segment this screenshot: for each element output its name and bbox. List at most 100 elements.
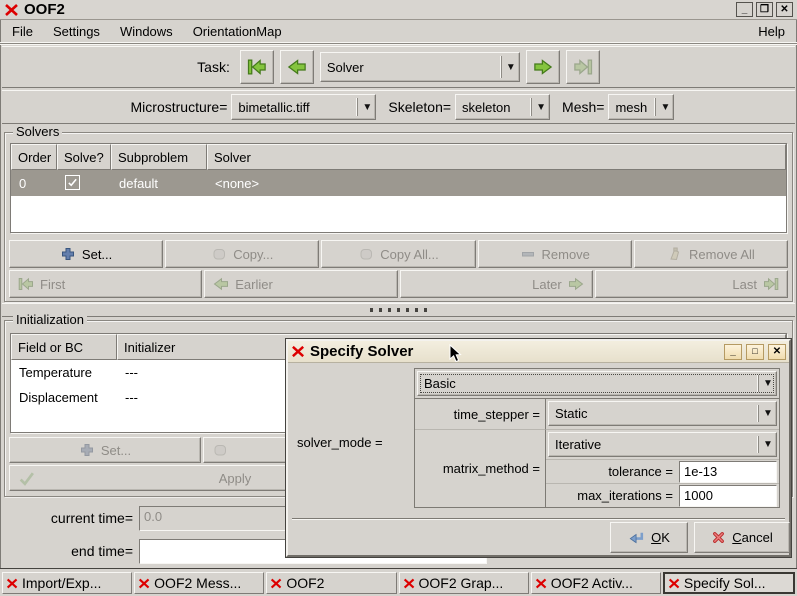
skeleton-select[interactable]: skeleton ▼: [455, 94, 551, 120]
init-set-button[interactable]: Set...: [9, 437, 201, 463]
time-stepper-select[interactable]: Static ▼: [548, 401, 777, 426]
tolerance-label: tolerance =: [608, 464, 673, 479]
solver-mode-value: Basic: [424, 376, 456, 391]
taskbar-item-activity[interactable]: OOF2 Activ...: [530, 572, 661, 594]
last-arrow-icon: [763, 276, 779, 292]
taskbar-item-messages[interactable]: OOF2 Mess...: [134, 572, 265, 594]
menu-settings[interactable]: Settings: [51, 22, 102, 41]
cancel-x-icon: [711, 530, 726, 545]
last-arrow-icon: [573, 57, 593, 77]
task-select-value: Solver: [326, 59, 364, 75]
plus-icon: [60, 246, 76, 262]
copy-all-icon: [358, 246, 374, 262]
minimize-icon[interactable]: _: [736, 2, 753, 17]
field-name: Temperature: [19, 365, 92, 380]
forward-arrow-icon: [568, 276, 584, 292]
time-stepper-label: time_stepper =: [415, 399, 546, 430]
mesh-select[interactable]: mesh ▼: [608, 94, 675, 120]
specify-solver-dialog: Specify Solver _ □ ✕ solver_mode = Basic…: [286, 339, 791, 557]
chevron-down-icon: ▼: [505, 61, 516, 73]
context-bar: Microstructure= bimetallic.tiff ▼ Skelet…: [2, 90, 795, 124]
task-back-button[interactable]: [279, 50, 314, 84]
menu-help[interactable]: Help: [756, 22, 787, 41]
taskbar-item-specify-solver[interactable]: Specify Sol...: [662, 572, 796, 594]
solve-checkbox[interactable]: [65, 175, 80, 190]
solvers-table-header: Order Solve? Subproblem Solver: [11, 144, 786, 170]
table-row[interactable]: 0 default <none>: [11, 170, 786, 196]
maximize-icon[interactable]: ❐: [756, 2, 773, 17]
tolerance-row: tolerance = 1e-13: [546, 459, 779, 483]
remove-all-button[interactable]: Remove All: [633, 240, 789, 268]
task-toolbar: Task: Solver ▼: [2, 46, 795, 88]
menubar: File Settings Windows OrientationMap Hel…: [0, 20, 797, 43]
skeleton-label: Skeleton=: [388, 99, 452, 115]
taskbar-item-graphics[interactable]: OOF2 Grap...: [398, 572, 529, 594]
copy-all-button[interactable]: Copy All...: [321, 240, 476, 268]
taskbar-item-oof2[interactable]: OOF2: [266, 572, 397, 594]
solver-mode-label: solver_mode =: [297, 435, 383, 450]
enter-arrow-icon: [628, 529, 645, 546]
copy-icon: [211, 246, 227, 262]
window-title: OOF2: [24, 1, 65, 18]
task-forward-button[interactable]: [525, 50, 560, 84]
splitter-handle-icon: [369, 308, 428, 312]
microstructure-select[interactable]: bimetallic.tiff ▼: [231, 94, 377, 120]
maximize-icon[interactable]: □: [746, 343, 764, 360]
close-icon[interactable]: ✕: [776, 2, 793, 17]
menu-file[interactable]: File: [10, 22, 35, 41]
microstructure-value: bimetallic.tiff: [238, 99, 310, 115]
plus-icon: [79, 442, 95, 458]
ok-button[interactable]: OK: [610, 522, 688, 553]
window-titlebar: OOF2 _ ❐ ✕: [0, 0, 797, 20]
back-arrow-icon: [287, 57, 307, 77]
solvers-table: Order Solve? Subproblem Solver 0 default…: [10, 143, 787, 233]
max-iterations-input[interactable]: 1000: [679, 484, 777, 507]
solver-params-box: Basic ▼ time_stepper = Static ▼ matrix_m…: [414, 368, 780, 508]
task-first-button[interactable]: [239, 50, 274, 84]
tolerance-input[interactable]: 1e-13: [679, 460, 777, 483]
solvers-nav: First Earlier Later Last: [9, 270, 788, 298]
oof2-logo-icon: [4, 2, 20, 18]
oof2-window-icon: [535, 577, 548, 590]
chevron-down-icon: ▼: [763, 439, 773, 450]
remove-button[interactable]: Remove: [477, 240, 632, 268]
copy-icon: [212, 442, 228, 458]
first-arrow-icon: [18, 276, 34, 292]
dialog-separator: [292, 518, 785, 520]
oof2-logo-icon: [291, 344, 306, 359]
menu-windows[interactable]: Windows: [118, 22, 175, 41]
solvers-frame: Solvers Order Solve? Subproblem Solver 0…: [4, 124, 793, 302]
set-button[interactable]: Set...: [9, 240, 164, 268]
minimize-icon[interactable]: _: [724, 343, 742, 360]
col-order: Order: [11, 144, 57, 170]
close-icon[interactable]: ✕: [768, 343, 786, 360]
solver-mode-select[interactable]: Basic ▼: [417, 371, 777, 396]
mouse-cursor: [449, 344, 462, 363]
mesh-value: mesh: [615, 99, 648, 115]
col-field-or-bc: Field or BC: [11, 334, 117, 360]
cancel-button[interactable]: Cancel: [694, 522, 790, 553]
field-name: Displacement: [19, 390, 98, 405]
copy-button[interactable]: Copy...: [165, 240, 320, 268]
task-select[interactable]: Solver ▼: [319, 52, 520, 82]
max-iterations-label: max_iterations =: [577, 488, 673, 503]
first-button[interactable]: First: [9, 270, 203, 298]
last-button[interactable]: Last: [594, 270, 788, 298]
chevron-down-icon: ▼: [660, 101, 671, 113]
taskbar: Import/Exp... OOF2 Mess... OOF2 OOF2 Gra…: [0, 568, 797, 596]
task-last-button[interactable]: [565, 50, 600, 84]
current-time-label: current time=: [50, 510, 133, 526]
menu-orientationmap[interactable]: OrientationMap: [191, 22, 284, 41]
dialog-titlebar[interactable]: Specify Solver _ □ ✕: [288, 341, 789, 363]
oof2-main-window: OOF2 _ ❐ ✕ File Settings Windows Orienta…: [0, 0, 797, 596]
later-button[interactable]: Later: [399, 270, 593, 298]
earlier-button[interactable]: Earlier: [204, 270, 398, 298]
time-stepper-value: Static: [555, 406, 588, 421]
oof2-window-icon: [403, 577, 416, 590]
pane-splitter[interactable]: [2, 303, 795, 317]
mesh-label: Mesh=: [562, 99, 605, 115]
matrix-method-value: Iterative: [555, 437, 602, 452]
taskbar-item-import-export[interactable]: Import/Exp...: [2, 572, 133, 594]
col-solve: Solve?: [57, 144, 111, 170]
matrix-method-select[interactable]: Iterative ▼: [548, 432, 777, 457]
